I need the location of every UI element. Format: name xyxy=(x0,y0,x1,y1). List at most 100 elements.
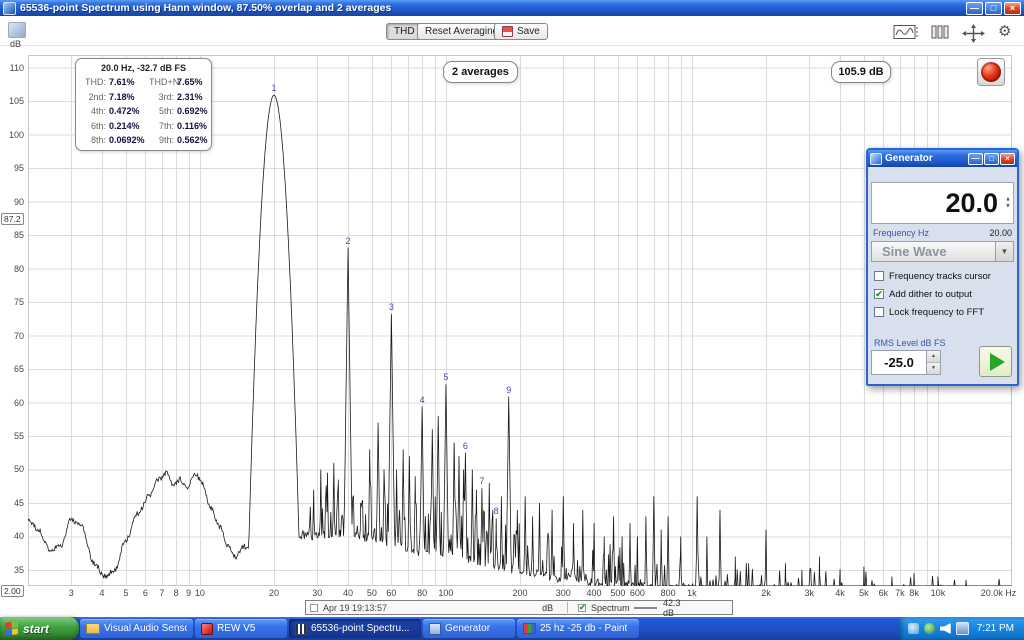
titlebar[interactable]: 65536-point Spectrum using Hann window, … xyxy=(0,0,1024,16)
x-tick-label: 20.0k Hz xyxy=(980,588,1017,598)
x-tick-label: 600 xyxy=(629,588,645,598)
save-button-label: Save xyxy=(517,26,540,37)
frequency-stepper[interactable]: ▲ ▼ xyxy=(1005,197,1011,210)
taskbar-item-label: 65536-point Spectru... xyxy=(311,623,410,634)
chevron-down-icon[interactable]: ▼ xyxy=(995,242,1013,261)
spectrum-icon xyxy=(295,622,307,635)
taskbar-item[interactable]: REW V5 xyxy=(195,619,287,638)
rms-level-label: RMS Level dB FS xyxy=(874,338,946,348)
cursor-readout: 20.0 Hz, -32.7 dB FS xyxy=(100,63,187,73)
x-tick-label: 300 xyxy=(555,588,571,598)
checkbox-icon[interactable] xyxy=(874,307,884,317)
capture-timestamp: Apr 19 19:13:57 xyxy=(323,602,388,613)
settings-gear-icon[interactable]: ⚙ xyxy=(998,24,1011,39)
generator-body: 20.0 ▲ ▼ Frequency Hz 20.00 Sine Wave ▼ F… xyxy=(868,167,1017,382)
x-tick-label: 6k xyxy=(878,588,889,598)
trace-value: 42.3 dB xyxy=(663,597,681,618)
columns-icon[interactable] xyxy=(931,24,950,41)
record-icon xyxy=(981,62,1001,82)
harmonic-value: 0.116% xyxy=(177,120,208,131)
start-button[interactable]: start xyxy=(0,617,79,640)
peak-level-badge: 105.9 dB xyxy=(831,61,891,83)
spectrum-checkbox[interactable]: ✔ xyxy=(578,603,587,612)
status-tray-icon[interactable] xyxy=(923,623,935,634)
display-tray-icon[interactable] xyxy=(907,623,919,634)
play-button[interactable] xyxy=(979,346,1012,377)
rms-step-up-icon[interactable]: ▲ xyxy=(927,351,940,363)
generator-title: Generator xyxy=(885,153,933,164)
harmonic-label: 9th: xyxy=(158,135,174,145)
taskbar-items: Visual Audio Sensory ... REW V5 65536-poin… xyxy=(79,617,640,640)
y-tick-label: 110 xyxy=(9,62,24,73)
waveform-select[interactable]: Sine Wave ▼ xyxy=(871,241,1014,262)
harmonic-value: 0.0692% xyxy=(109,135,145,145)
generator-close-button[interactable]: × xyxy=(1000,152,1015,165)
checkbox-icon[interactable] xyxy=(874,271,884,281)
start-button-label: start xyxy=(23,621,50,636)
x-tick-label: 9 xyxy=(186,588,192,598)
x-tick-label: 400 xyxy=(586,588,602,598)
network-tray-icon[interactable] xyxy=(955,622,969,635)
generator-option-label: Add dither to output xyxy=(889,288,972,300)
y-tick-label: 70 xyxy=(13,330,24,341)
generator-maximize-button[interactable]: □ xyxy=(984,152,999,165)
frequency-display[interactable]: 20.0 ▲ ▼ xyxy=(871,182,1014,224)
rms-level-stepper[interactable]: -25.0 ▲ ▼ xyxy=(871,350,941,375)
taskbar-item[interactable]: Generator xyxy=(423,619,515,638)
x-tick-label: 3k xyxy=(804,588,815,598)
windows-flag-icon xyxy=(5,621,18,636)
x-tick-label: 5 xyxy=(123,588,129,598)
restore-button[interactable]: □ xyxy=(985,1,1002,15)
generator-window: Generator — □ × 20.0 ▲ ▼ Frequency Hz 20.… xyxy=(866,148,1019,386)
frequency-value: 20.00 xyxy=(989,228,1012,238)
generator-icon xyxy=(870,152,882,165)
step-down-icon[interactable]: ▼ xyxy=(1005,204,1011,210)
harmonic-table: THD: 7.61% THD+N: 7.65% 2nd: 7.18% 3rd: 2.31% 4t… xyxy=(82,75,208,148)
generator-option[interactable]: Frequency tracks cursor xyxy=(874,267,1013,285)
timestamp-checkbox[interactable] xyxy=(310,603,318,612)
app-icon xyxy=(3,1,16,15)
generator-option-label: Frequency tracks cursor xyxy=(889,270,991,282)
generator-minimize-button[interactable]: — xyxy=(968,152,983,165)
harmonic-label: 5th: xyxy=(158,106,174,116)
x-tick-label: 8 xyxy=(173,588,179,598)
x-tick-label: 200 xyxy=(512,588,528,598)
step-up-icon[interactable]: ▲ xyxy=(1005,197,1011,203)
minimize-button[interactable]: — xyxy=(966,1,983,15)
volume-tray-icon[interactable] xyxy=(939,623,951,634)
rms-step-down-icon[interactable]: ▼ xyxy=(927,363,940,374)
harmonic-value: 2.31% xyxy=(177,91,203,102)
taskbar-item[interactable]: 25 hz -25 db - Paint xyxy=(517,619,639,638)
y-tick-label: 40 xyxy=(13,531,24,542)
save-button[interactable]: Save xyxy=(494,23,548,40)
pan-crosshair-icon[interactable] xyxy=(961,24,986,43)
generator-option[interactable]: ✔ Add dither to output xyxy=(874,285,1013,303)
harmonic-value: 0.472% xyxy=(109,106,140,116)
x-cursor-marker: 2.00 xyxy=(1,585,24,597)
x-tick-label: 100 xyxy=(438,588,454,598)
x-tick-label: 50 xyxy=(366,588,377,598)
play-icon xyxy=(990,352,1005,371)
checkbox-checked-icon[interactable]: ✔ xyxy=(874,289,884,299)
legend-divider xyxy=(567,602,569,613)
harmonic-value: 7.65% xyxy=(177,77,203,87)
harmonic-value: 7.18% xyxy=(109,91,135,102)
waveform-value: Sine Wave xyxy=(882,244,947,259)
y-tick-label: 80 xyxy=(13,263,24,274)
reset-averaging-button[interactable]: Reset Averaging xyxy=(417,23,507,40)
y-tick-label: 55 xyxy=(13,431,24,441)
taskbar-item[interactable]: 65536-point Spectru... xyxy=(289,619,421,638)
taskbar-item-label: REW V5 xyxy=(217,623,256,634)
x-tick-label: 20 xyxy=(268,588,280,598)
harmonic-label: 6th: xyxy=(90,120,106,131)
x-tick-label: 8k xyxy=(909,588,919,598)
harmonic-label: THD+N: xyxy=(149,77,182,87)
record-button[interactable] xyxy=(977,58,1005,86)
signal-display-icon[interactable] xyxy=(893,24,919,41)
taskbar-item[interactable]: Visual Audio Sensory ... xyxy=(80,619,193,638)
generator-titlebar[interactable]: Generator — □ × xyxy=(868,150,1017,167)
generator-option[interactable]: Lock frequency to FFT xyxy=(874,303,1013,321)
x-tick-label: 10 xyxy=(194,588,205,598)
close-button[interactable]: × xyxy=(1004,1,1021,15)
generator-option-label: Lock frequency to FFT xyxy=(889,306,985,318)
